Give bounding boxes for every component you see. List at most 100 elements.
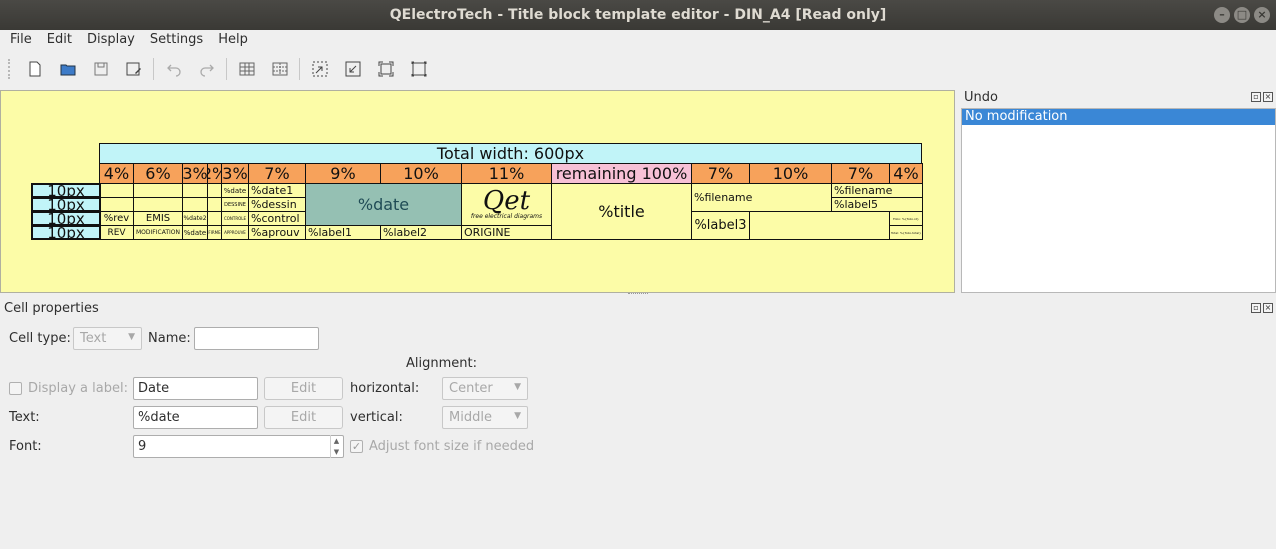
close-button[interactable]: × [1254,7,1270,23]
template-cell[interactable]: ORIGINE [461,225,552,240]
template-cell[interactable]: APPROUVE [221,225,249,240]
template-cell[interactable]: %label1 [305,225,381,240]
open-button[interactable] [51,54,84,84]
column-header[interactable]: 3% [182,163,208,184]
row-header[interactable]: 10px [31,225,101,240]
float-icon[interactable]: ▫ [1251,303,1261,313]
maximize-button[interactable]: □ [1234,7,1250,23]
template-cell[interactable]: MODIFICATION [133,225,183,240]
font-size-stepper[interactable]: ▲ ▼ [330,435,342,458]
template-cell[interactable]: Folio: %{folio-id} [889,211,923,226]
column-header[interactable]: remaining 100% [551,163,692,184]
cell-type-combo[interactable]: Text ▼ [73,327,142,350]
template-cell[interactable] [207,197,222,212]
save-button[interactable] [84,54,117,84]
redo-button[interactable] [190,54,223,84]
template-cell[interactable] [133,183,183,198]
text-input[interactable]: %date [133,406,258,429]
edit-label-button[interactable]: Edit [264,377,343,400]
template-cell[interactable] [182,183,208,198]
template-cell[interactable]: %label5 [831,197,923,212]
zoom-in-button[interactable] [303,54,336,84]
template-cell[interactable] [749,211,890,240]
template-cell[interactable]: Total: %{folio-total} [889,225,923,240]
column-header[interactable]: 9% [305,163,381,184]
template-cell[interactable] [99,183,134,198]
template-cell[interactable]: %aprouv [248,225,306,240]
name-input[interactable] [194,327,319,350]
template-cell[interactable] [182,197,208,212]
zoom-out-button[interactable] [336,54,369,84]
close-icon[interactable]: × [1263,303,1273,313]
minimize-button[interactable]: – [1214,7,1230,23]
split-cell-icon [272,62,287,76]
template-cell[interactable]: %filename [691,183,832,212]
column-header[interactable]: 7% [831,163,890,184]
font-size-spinbox[interactable]: 9 [133,435,344,458]
spin-up-icon[interactable]: ▲ [334,437,339,445]
template-cell[interactable]: %filename [831,183,923,198]
edit-text-button[interactable]: Edit [264,406,343,429]
zoom-fit-button[interactable] [369,54,402,84]
template-cell[interactable]: %date [182,225,208,240]
template-cell[interactable]: %label2 [380,225,462,240]
label-input[interactable]: Date [133,377,258,400]
vertical-align-combo[interactable]: Middle ▼ [442,406,528,429]
new-button[interactable] [18,54,51,84]
close-icon[interactable]: × [1263,92,1273,102]
column-header[interactable]: 7% [691,163,750,184]
logo-cell[interactable]: Qet free electrical diagrams [461,183,552,226]
display-label-checkbox[interactable] [9,382,22,395]
template-cell[interactable]: EMIS [133,211,183,226]
selected-cell[interactable]: %date [305,183,462,226]
column-header[interactable]: 11% [461,163,552,184]
template-canvas[interactable]: Total width: 600px 4%6%3%2%3%7%9%10%11%r… [0,90,955,293]
split-cell-button[interactable] [263,54,296,84]
template-cell[interactable]: DESSINE [221,197,249,212]
template-cell[interactable]: FIRME [207,225,222,240]
template-cell[interactable]: %control [248,211,306,226]
column-header[interactable]: 4% [99,163,134,184]
merge-cells-button[interactable] [230,54,263,84]
template-cell[interactable] [207,183,222,198]
template-cell[interactable]: %title [551,183,692,240]
column-header[interactable]: 2% [207,163,222,184]
spin-down-icon[interactable]: ▼ [334,448,339,456]
template-cell[interactable]: %date [221,183,249,198]
undo-list[interactable]: No modification [961,108,1276,293]
template-cell[interactable]: REV [99,225,134,240]
toolbar-grip[interactable] [8,59,12,79]
template-cell[interactable] [133,197,183,212]
menu-help[interactable]: Help [213,30,253,50]
template-cell[interactable]: CONTROLE [221,211,249,226]
template-cell[interactable]: %rev [99,211,134,226]
column-header[interactable]: 3% [221,163,249,184]
row-header[interactable]: 10px [31,183,101,198]
zoom-reset-button[interactable] [402,54,435,84]
undo-button[interactable] [157,54,190,84]
menu-edit[interactable]: Edit [42,30,77,50]
menu-file[interactable]: File [5,30,37,50]
row-header[interactable]: 10px [31,211,101,226]
template-cell[interactable]: %date1 [248,183,306,198]
template-cell[interactable]: %date2 [182,211,208,226]
column-header[interactable]: 7% [248,163,306,184]
menu-display[interactable]: Display [82,30,140,50]
row-header[interactable]: 10px [31,197,101,212]
float-icon[interactable]: ▫ [1251,92,1261,102]
column-header[interactable]: 10% [380,163,462,184]
template-cell[interactable] [99,197,134,212]
undo-list-item[interactable]: No modification [962,109,1275,125]
splitter-handle[interactable] [628,293,648,297]
column-header[interactable]: 6% [133,163,183,184]
save-as-button[interactable] [117,54,150,84]
template-cell[interactable] [207,211,222,226]
template-cell[interactable]: %label3 [691,211,750,240]
template-cell[interactable]: %dessin [248,197,306,212]
menu-settings[interactable]: Settings [145,30,208,50]
chevron-down-icon: ▼ [514,411,521,421]
column-header[interactable]: 4% [889,163,923,184]
horizontal-align-combo[interactable]: Center ▼ [442,377,528,400]
column-header[interactable]: 10% [749,163,832,184]
adjust-font-checkbox[interactable]: ✓ [350,440,363,453]
